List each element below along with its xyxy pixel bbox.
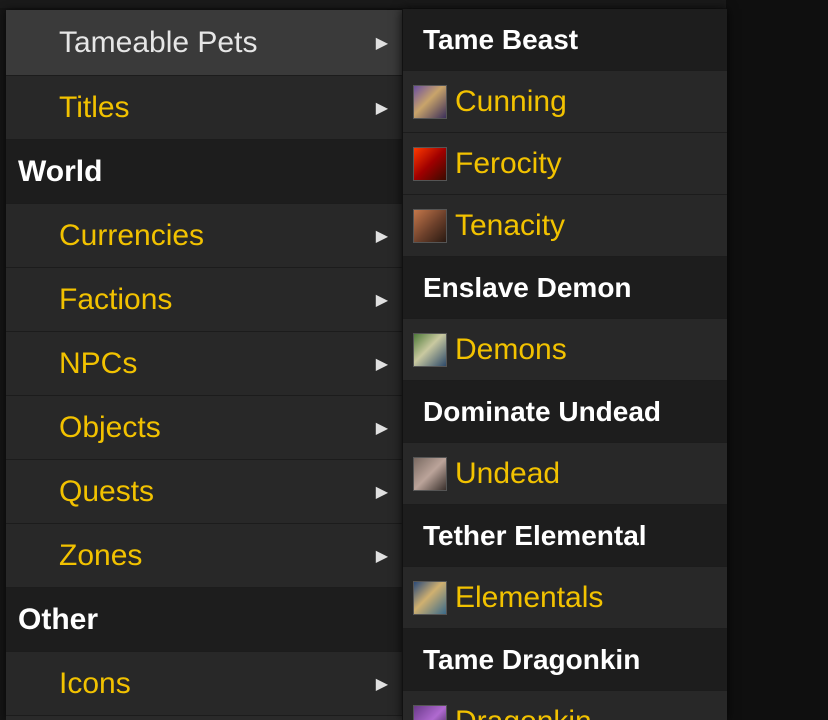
- tenacity-icon: [413, 208, 447, 243]
- section-header-label: Tame Dragonkin: [423, 643, 641, 675]
- chevron-right-icon: ▶: [375, 34, 388, 52]
- submenu-item-ferocity[interactable]: Ferocity: [403, 133, 727, 195]
- menu-item-icons[interactable]: Icons ▶: [6, 652, 402, 716]
- submenu-header-enslave-demon: Enslave Demon: [403, 257, 727, 319]
- submenu-header-tame-beast: Tame Beast: [403, 9, 727, 71]
- menu-item-npcs[interactable]: NPCs ▶: [6, 332, 402, 396]
- chevron-right-icon: ▶: [375, 355, 388, 373]
- chevron-right-icon: ▶: [375, 99, 388, 117]
- section-header-label: Tether Elemental: [423, 519, 647, 551]
- section-header-label: World: [18, 154, 103, 188]
- chevron-right-icon: ▶: [375, 227, 388, 245]
- menu-item-objects[interactable]: Objects ▶: [6, 396, 402, 460]
- menu-item-quests[interactable]: Quests ▶: [6, 460, 402, 524]
- background-panel: [726, 0, 828, 720]
- submenu-item-label: Undead: [455, 456, 561, 490]
- main-dropdown-menu: Tameable Pets ▶ Titles ▶ World Currencie…: [6, 10, 402, 720]
- section-header-label: Dominate Undead: [423, 395, 662, 427]
- submenu-item-undead[interactable]: Undead: [403, 443, 727, 505]
- submenu-item-label: Dragonkin: [447, 705, 592, 720]
- demons-icon: [413, 332, 447, 367]
- submenu-item-dragonkin[interactable]: Dragonkin: [403, 691, 727, 720]
- menu-section-header-other: Other: [6, 588, 402, 652]
- top-strip: [0, 0, 828, 8]
- menu-item-tameable-pets[interactable]: Tameable Pets ▶: [6, 10, 402, 76]
- submenu-item-label: Demons: [455, 332, 567, 366]
- submenu-header-tether-elemental: Tether Elemental: [403, 505, 727, 567]
- section-header-label: Tame Beast: [423, 23, 579, 55]
- submenu-item-elementals[interactable]: Elementals: [403, 567, 727, 629]
- menu-item-label: Quests: [59, 474, 155, 508]
- chevron-right-icon: ▶: [375, 419, 388, 437]
- undead-icon: [413, 456, 447, 491]
- submenu-header-dominate-undead: Dominate Undead: [403, 381, 727, 443]
- dragonkin-icon: [413, 704, 447, 720]
- chevron-right-icon: ▶: [375, 675, 388, 693]
- menu-item-zones[interactable]: Zones ▶: [6, 524, 402, 588]
- submenu-item-cunning[interactable]: Cunning: [403, 71, 727, 133]
- page-background: Tameable Pets ▶ Titles ▶ World Currencie…: [0, 0, 828, 720]
- submenu-item-demons[interactable]: Demons: [403, 319, 727, 381]
- menu-item-factions[interactable]: Factions ▶: [6, 268, 402, 332]
- menu-item-label: NPCs: [59, 346, 138, 380]
- chevron-right-icon: ▶: [375, 547, 388, 565]
- menu-item-label: Currencies: [59, 218, 205, 252]
- menu-section-header-world: World: [6, 140, 402, 204]
- submenu-header-tame-dragonkin: Tame Dragonkin: [403, 629, 727, 691]
- submenu-item-label: Ferocity: [455, 146, 562, 180]
- menu-item-label: Tameable Pets: [59, 25, 258, 59]
- ferocity-icon: [413, 146, 447, 181]
- menu-item-label: Zones: [59, 538, 143, 572]
- menu-item-currencies[interactable]: Currencies ▶: [6, 204, 402, 268]
- tameable-pets-submenu: Tame Beast Cunning Ferocity Tenacity Ens…: [402, 9, 727, 720]
- section-header-label: Enslave Demon: [423, 271, 632, 303]
- section-header-label: Other: [18, 602, 99, 636]
- submenu-item-tenacity[interactable]: Tenacity: [403, 195, 727, 257]
- chevron-right-icon: ▶: [375, 483, 388, 501]
- submenu-item-label: Tenacity: [455, 208, 566, 242]
- submenu-item-label: Cunning: [455, 84, 567, 118]
- menu-item-label: Titles: [59, 90, 130, 124]
- submenu-item-label: Elementals: [455, 580, 604, 614]
- elementals-icon: [413, 580, 447, 615]
- cunning-icon: [413, 84, 447, 119]
- menu-item-titles[interactable]: Titles ▶: [6, 76, 402, 140]
- menu-item-label: Objects: [59, 410, 161, 444]
- chevron-right-icon: ▶: [375, 291, 388, 309]
- menu-item-label: Icons: [59, 666, 131, 700]
- menu-item-label: Factions: [59, 282, 173, 316]
